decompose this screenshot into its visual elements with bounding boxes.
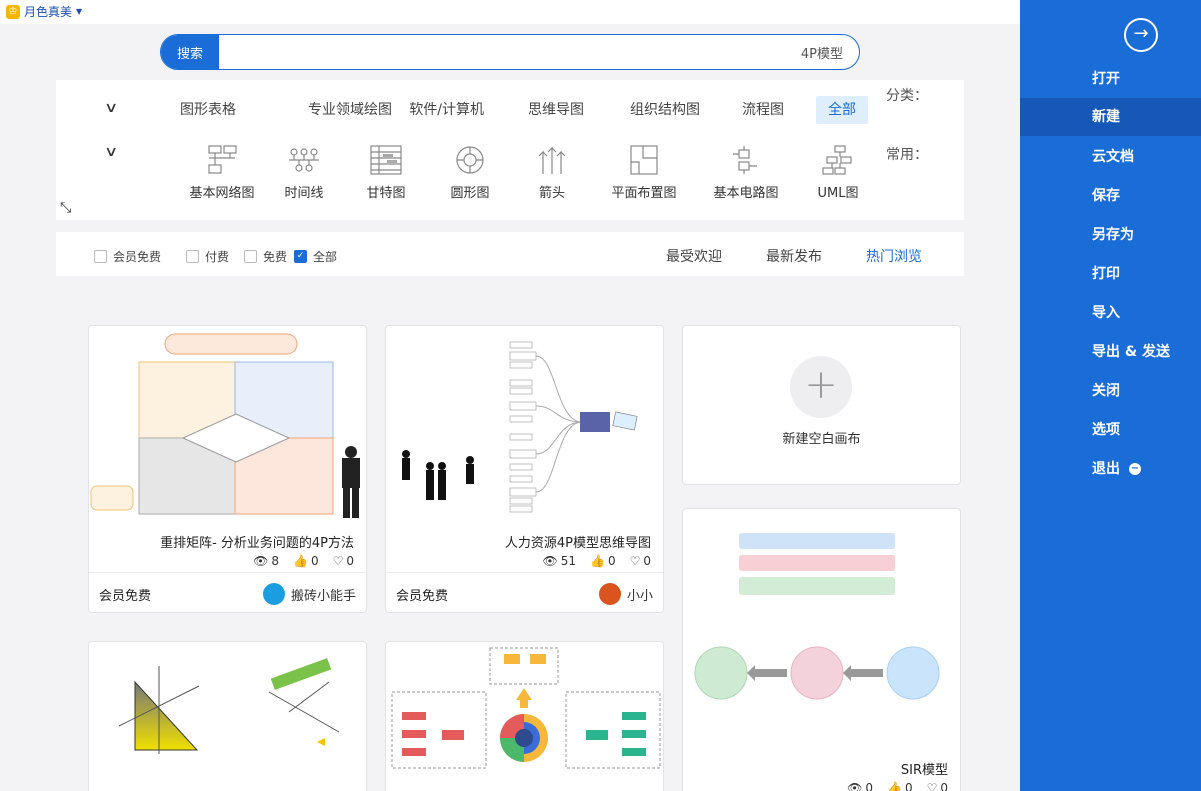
- template-card[interactable]: SIR模型 👁 0 👍 0 ♡ 0: [682, 508, 961, 791]
- card-title: 重排矩阵- 分析业务问题的4P方法: [160, 536, 354, 551]
- category-flowchart[interactable]: 流程图: [742, 96, 784, 124]
- card-thumbnail: [683, 509, 960, 753]
- card-thumbnail: [89, 642, 366, 791]
- theme-label: 月色真美: [24, 5, 73, 19]
- card-title: SIR模型: [900, 763, 948, 778]
- sidebar: → 打开 新建 云文档 保存 另存为 打印 导入 导出 & 发送 关闭 选项 退…: [1020, 0, 1201, 791]
- template-card[interactable]: [385, 641, 664, 791]
- card-footer: 会员免费 搬砖小能手: [89, 572, 366, 612]
- dropdown-icon: ▼: [76, 7, 83, 16]
- filter-free[interactable]: 免费: [244, 248, 287, 265]
- network-icon: [205, 144, 239, 176]
- exit-icon: −: [1128, 463, 1141, 475]
- card-title: 人力资源4P模型思维导图: [504, 536, 651, 551]
- filter-member[interactable]: 会员免费: [94, 248, 161, 265]
- category-org-chart[interactable]: 组织结构图: [630, 96, 700, 124]
- new-blank-label: 新建空白画布: [782, 432, 861, 447]
- checkbox-icon: [186, 250, 199, 263]
- card-stats: 👁 51 👍 0 ♡ 0: [542, 554, 651, 568]
- common-label: 常用：: [886, 147, 928, 163]
- sort-newest[interactable]: 最新发布: [766, 246, 822, 266]
- tool-arrow[interactable]: 箭头: [510, 144, 594, 201]
- sidebar-item-close[interactable]: 关闭: [1020, 372, 1201, 410]
- card-thumbnail: [386, 326, 663, 530]
- thumb-up-icon: 👍: [887, 781, 902, 791]
- checkbox-checked-icon: ✓: [294, 250, 307, 263]
- checkbox-icon: [94, 250, 107, 263]
- filter-all[interactable]: ✓ 全部: [294, 248, 337, 265]
- template-card[interactable]: 重排矩阵- 分析业务问题的4P方法 👁 8 👍 0 ♡ 0 会员免费 搬砖小能手: [88, 325, 367, 613]
- tool-uml[interactable]: UML图: [796, 144, 880, 201]
- new-blank-canvas[interactable]: + 新建空白画布: [682, 325, 961, 485]
- circuit-icon: [729, 144, 763, 176]
- card-stats: 👁 0 👍 0 ♡ 0: [847, 781, 948, 791]
- category-panel: 分类： 全部 流程图 组织结构图 思维导图 软件/计算机 专业领域绘图 图形表格…: [56, 80, 964, 220]
- chevron-down-icon[interactable]: ∨: [104, 144, 118, 160]
- expand-icon[interactable]: ⤡: [60, 200, 71, 216]
- template-card[interactable]: [88, 641, 367, 791]
- checkbox-icon: [244, 250, 257, 263]
- timeline-icon: [287, 144, 321, 176]
- category-label: 分类：: [886, 88, 928, 104]
- comment-icon: ♡: [332, 554, 344, 568]
- back-arrow-icon[interactable]: →: [1124, 18, 1158, 52]
- author[interactable]: 小小: [598, 583, 653, 605]
- thumb-up-icon: 👍: [293, 554, 308, 568]
- card-thumbnail: [386, 642, 663, 791]
- category-graphic-table[interactable]: 图形表格: [180, 96, 236, 124]
- sidebar-item-new[interactable]: 新建: [1020, 98, 1201, 136]
- price-label: 会员免费: [396, 589, 449, 604]
- price-label: 会员免费: [99, 589, 152, 604]
- sidebar-item-exit[interactable]: 退出 −: [1020, 450, 1201, 488]
- eye-icon: 👁: [253, 554, 269, 568]
- uml-icon: [821, 144, 855, 176]
- avatar: [598, 583, 621, 605]
- sidebar-item-save[interactable]: 保存: [1020, 177, 1201, 215]
- gantt-icon: [369, 144, 403, 176]
- sidebar-item-open[interactable]: 打开: [1020, 60, 1201, 98]
- tool-floorplan[interactable]: 平面布置图: [602, 144, 686, 201]
- card-footer: 会员免费 小小: [386, 572, 663, 612]
- crown-icon: ♔: [6, 4, 20, 19]
- sort-hot[interactable]: 热门浏览: [866, 246, 922, 266]
- chevron-down-icon[interactable]: ∨: [104, 100, 118, 116]
- category-mind-map[interactable]: 思维导图: [528, 96, 584, 124]
- category-all[interactable]: 全部: [816, 96, 868, 124]
- filter-bar: 热门浏览 最新发布 最受欢迎 ✓ 全部 免费 付费 会员免费: [56, 232, 964, 276]
- sidebar-item-save-as[interactable]: 另存为: [1020, 216, 1201, 254]
- category-software[interactable]: 软件/计算机: [409, 96, 484, 124]
- tool-circle-chart[interactable]: 圆形图: [428, 144, 512, 201]
- template-card[interactable]: 人力资源4P模型思维导图 👁 51 👍 0 ♡ 0 会员免费 小小: [385, 325, 664, 613]
- card-stats: 👁 8 👍 0 ♡ 0: [253, 554, 354, 568]
- plus-icon: +: [790, 356, 852, 418]
- sidebar-item-print[interactable]: 打印: [1020, 255, 1201, 293]
- sidebar-item-options[interactable]: 选项: [1020, 411, 1201, 449]
- sort-popular[interactable]: 最受欢迎: [666, 246, 722, 266]
- top-bar: [0, 0, 1020, 24]
- category-professional[interactable]: 专业领域绘图: [308, 96, 392, 124]
- filter-paid[interactable]: 付费: [186, 248, 229, 265]
- theme-selector[interactable]: ♔ 月色真美 ▼: [6, 3, 82, 20]
- tool-circuit[interactable]: 基本电路图: [704, 144, 788, 201]
- sidebar-item-import[interactable]: 导入: [1020, 294, 1201, 332]
- author[interactable]: 搬砖小能手: [262, 583, 356, 605]
- arrow-icon: [535, 144, 569, 176]
- floorplan-icon: [627, 144, 661, 176]
- tool-gantt[interactable]: 甘特图: [344, 144, 428, 201]
- card-thumbnail: [89, 326, 366, 530]
- search-input[interactable]: [219, 35, 859, 69]
- sidebar-item-cloud[interactable]: 云文档: [1020, 138, 1201, 176]
- search-bar: 搜索: [160, 34, 860, 70]
- eye-icon: 👁: [847, 781, 863, 791]
- tool-network[interactable]: 基本网络图: [180, 144, 264, 201]
- comment-icon: ♡: [926, 781, 938, 791]
- thumb-up-icon: 👍: [590, 554, 605, 568]
- eye-icon: 👁: [542, 554, 558, 568]
- avatar: [262, 583, 285, 605]
- search-button[interactable]: 搜索: [161, 35, 219, 69]
- circle-chart-icon: [453, 144, 487, 176]
- sidebar-item-export[interactable]: 导出 & 发送: [1020, 333, 1201, 371]
- tool-timeline[interactable]: 时间线: [262, 144, 346, 201]
- comment-icon: ♡: [629, 554, 641, 568]
